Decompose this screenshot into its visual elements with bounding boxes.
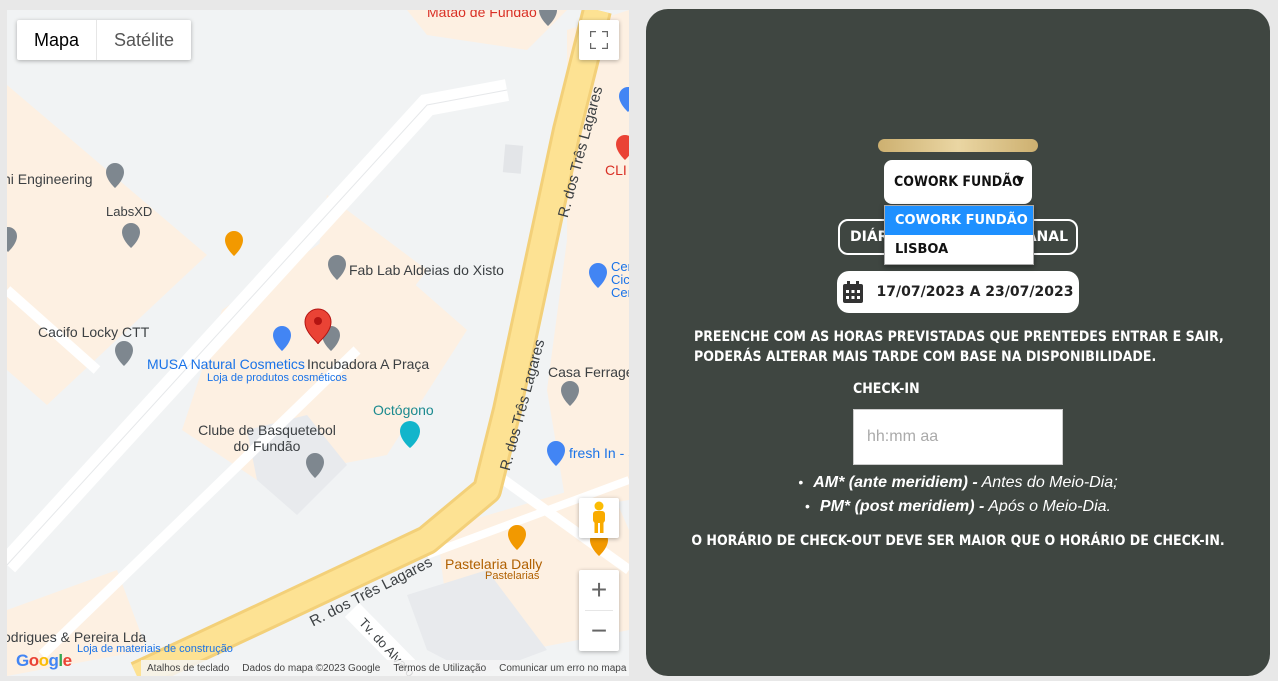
checkout-note: O HORÁRIO DE CHECK-OUT DEVE SER MAIOR QU… [691,533,1225,549]
map-type-map-button[interactable]: Mapa [17,20,98,60]
map-attribution: Atalhos de teclado Dados do mapa ©2023 G… [141,660,629,676]
location-select[interactable]: COWORK FUNDÃO ▼ [884,160,1032,204]
list-item: • AM* (ante meridiem) - Antes do Meio-Dia… [798,474,1118,491]
poi-label[interactable]: MUSA Natural Cosmetics [147,356,305,372]
date-range-button[interactable]: 17/07/2023 A 23/07/2023 [837,271,1079,313]
map-view[interactable]: Matão de Fundão ni Engineering LabsXD Fa… [7,10,629,676]
pegman-icon [593,501,605,533]
poi-label[interactable]: Matão de Fundão [427,10,537,20]
poi-label[interactable]: Octógono [373,402,434,418]
map-type-control[interactable]: Mapa Satélite [17,20,192,60]
poi-label[interactable]: Cacifo Locky CTT [38,324,149,340]
poi-label[interactable]: CLI [605,162,627,178]
poi-label[interactable]: ni Engineering [7,171,93,187]
location-dropdown-list[interactable]: COWORK FUNDÃO LISBOA [884,205,1034,265]
poi-label[interactable]: LabsXD [106,204,152,219]
chevron-down-icon: ▼ [1016,174,1024,187]
poi-label[interactable]: Clube de Basquetebol do Fundão [197,422,337,454]
time-format-legend: • AM* (ante meridiem) - Antes do Meio-Dia… [646,470,1270,518]
zoom-in-icon[interactable]: + [579,570,619,610]
dropdown-option-fundao[interactable]: COWORK FUNDÃO [885,206,1033,235]
gold-accent-bar [878,139,1038,152]
google-logo: Google [16,651,72,670]
date-range-text: 17/07/2023 A 23/07/2023 [876,284,1074,300]
checkin-time-input[interactable] [853,409,1063,465]
street-view-button[interactable] [579,498,619,538]
poi-sublabel: Loja de produtos cosméticos [207,372,348,384]
poi-sublabel: Pastelarias [485,570,540,582]
checkin-label: CHECK-IN [853,381,920,397]
list-item: • PM* (post meridiem) - Após o Meio-Dia. [805,498,1111,515]
instructions-text: PREENCHE COM AS HORAS PREVISTADAS QUE PR… [694,329,1224,365]
map-type-satellite-button[interactable]: Satélite [97,20,191,60]
poi-label[interactable]: Fab Lab Aldeias do Xisto [349,262,504,278]
poi-label[interactable]: Casa Ferrage [548,364,629,380]
map-data-text: Dados do mapa ©2023 Google [242,662,381,674]
report-error-link[interactable]: Comunicar um erro no mapa [499,663,626,674]
poi-label[interactable]: Cen Cic Cen [611,260,629,299]
calendar-icon [842,281,863,303]
dropdown-option-lisboa[interactable]: LISBOA [885,235,1033,264]
zoom-control[interactable]: + − [579,570,619,651]
fullscreen-button[interactable] [579,20,619,60]
poi-label[interactable]: fresh In - S [569,445,629,461]
keyboard-shortcuts-link[interactable]: Atalhos de teclado [147,663,229,674]
fullscreen-icon [590,31,608,49]
poi-label[interactable]: Incubadora A Praça [307,356,429,372]
location-select-value: COWORK FUNDÃO [894,174,1023,190]
poi-sublabel: Loja de materiais de construção [77,643,233,655]
terms-link[interactable]: Termos de Utilização [393,663,486,674]
booking-panel: COWORK FUNDÃO ▼ DIÁRIO SEMANAL COWORK FU… [646,9,1270,676]
zoom-out-icon[interactable]: − [579,611,619,651]
